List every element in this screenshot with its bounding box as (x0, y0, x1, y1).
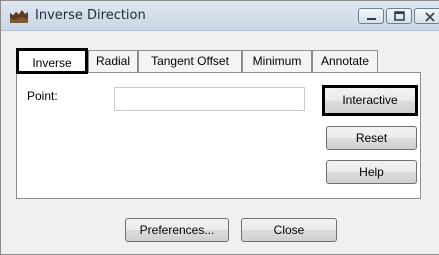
tab-inverse[interactable]: Inverse (16, 48, 88, 74)
tab-label: Annotate (320, 54, 370, 68)
preferences-button[interactable]: Preferences... (125, 218, 229, 242)
tab-radial[interactable]: Radial (88, 50, 138, 72)
minimize-icon (367, 18, 376, 20)
dialog-window: Inverse Direction Inverse Radial Tangent… (0, 0, 439, 255)
close-window-button[interactable] (414, 8, 439, 24)
window-title: Inverse Direction (35, 8, 146, 23)
help-button[interactable]: Help (326, 160, 417, 184)
point-label: Point: (27, 89, 58, 103)
tab-tangent-offset[interactable]: Tangent Offset (138, 50, 242, 72)
tab-annotate[interactable]: Annotate (312, 50, 378, 72)
reset-button[interactable]: Reset (326, 126, 417, 150)
tab-label: Tangent Offset (151, 54, 229, 68)
close-icon (425, 12, 435, 22)
tab-label: Inverse (32, 56, 72, 70)
maximize-button[interactable] (386, 8, 412, 24)
reset-button-label: Reset (355, 131, 388, 145)
interactive-button-label: Interactive (342, 93, 398, 107)
close-button-label: Close (273, 223, 305, 237)
preferences-button-label: Preferences... (139, 223, 215, 237)
point-input[interactable] (114, 87, 305, 111)
tab-minimum[interactable]: Minimum (242, 50, 312, 72)
help-button-label: Help (359, 165, 384, 179)
app-icon (9, 9, 29, 24)
title-bar[interactable]: Inverse Direction (1, 1, 439, 31)
tab-label: Radial (95, 54, 131, 68)
maximize-icon (394, 11, 405, 21)
tab-label: Minimum (252, 54, 302, 68)
close-button[interactable]: Close (241, 218, 337, 242)
minimize-button[interactable] (358, 8, 384, 24)
interactive-button[interactable]: Interactive (322, 85, 418, 116)
